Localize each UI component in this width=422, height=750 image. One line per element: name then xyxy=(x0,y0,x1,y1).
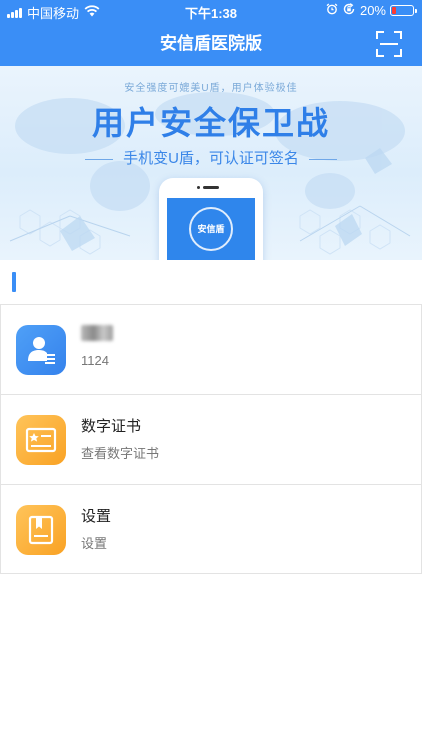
section-indicator xyxy=(12,272,16,292)
settings-title: 设置 xyxy=(81,508,112,525)
status-right: 20% xyxy=(326,3,417,18)
settings-subtitle: 设置 xyxy=(81,536,108,551)
menu-list: 1124 数字证书 查看数字证书 设置 设置 xyxy=(0,304,422,574)
page-title: 安信盾医院版 xyxy=(160,34,262,53)
battery-fill xyxy=(392,7,396,14)
phone-logo-label: 安信盾 xyxy=(197,224,225,234)
account-id: 1124 xyxy=(81,353,109,368)
banner-subtitle: 安全强度可媲美U盾，用户体验极佳 xyxy=(124,83,298,94)
banner-title: 用户安全保卫战 xyxy=(91,105,330,141)
promo-banner[interactable]: 安全强度可媲美U盾，用户体验极佳 用户安全保卫战 手机变U盾，可认证可签名 安信… xyxy=(0,66,422,260)
banner-slogan-text: 手机变U盾，可认证可签名 xyxy=(123,150,299,167)
certificate-subtitle: 查看数字证书 xyxy=(81,446,160,461)
account-name xyxy=(81,325,113,345)
settings-book-icon xyxy=(16,505,66,555)
certificate-title: 数字证书 xyxy=(81,418,142,435)
user-card-icon xyxy=(16,325,66,375)
certificate-icon xyxy=(16,415,66,465)
banner-slogan: 手机变U盾，可认证可签名 xyxy=(0,147,422,168)
battery-percent: 20% xyxy=(359,3,386,18)
battery-icon xyxy=(390,5,417,16)
list-item-settings[interactable]: 设置 设置 xyxy=(0,484,422,574)
shield-logo-icon: 安信盾 xyxy=(189,207,233,251)
phone-illustration: 安信盾 xyxy=(159,178,263,260)
status-bar: 中国移动 下午1:38 20% xyxy=(0,0,422,22)
rotation-lock-icon xyxy=(343,3,355,18)
app-header: 中国移动 下午1:38 20% 安信盾医院版 xyxy=(0,0,422,66)
phone-screen: 安信盾 xyxy=(167,198,255,260)
obscured-name xyxy=(81,325,113,341)
alarm-icon xyxy=(326,3,338,18)
list-item-account[interactable]: 1124 xyxy=(0,304,422,394)
list-item-digital-certificate[interactable]: 数字证书 查看数字证书 xyxy=(0,394,422,484)
scan-icon[interactable] xyxy=(376,31,402,57)
